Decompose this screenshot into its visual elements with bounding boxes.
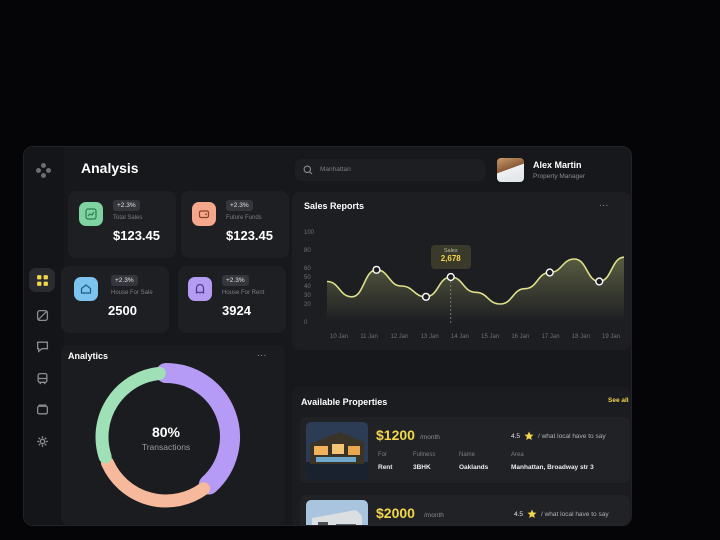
sidebar — [24, 147, 64, 525]
search-icon — [303, 165, 313, 175]
stat-badge: +2.3% — [222, 275, 249, 286]
series-area — [327, 257, 624, 322]
stat-label: House For Sale — [111, 290, 153, 296]
search-input[interactable]: Manhattan — [320, 166, 351, 173]
x-tick-label: 12 Jan — [390, 334, 408, 340]
properties-title: Available Properties — [301, 397, 388, 407]
mail-icon — [74, 277, 98, 301]
property-quote[interactable]: / what local have to say — [538, 433, 606, 440]
y-tick-label: 50 — [304, 275, 311, 281]
stat-card-future-funds[interactable]: +2.3% Future Funds $123.45 — [181, 191, 289, 258]
chart-tooltip: Sales 2,678 — [430, 245, 471, 269]
page-title: Analysis — [81, 160, 139, 176]
property-rating: 4.5 — [514, 511, 524, 518]
x-tick-label: 15 Jan — [481, 334, 499, 340]
stat-value: $123.45 — [113, 228, 160, 243]
tag-icon — [36, 309, 48, 321]
y-tick-label: 80 — [304, 248, 311, 254]
sidebar-item-wallet[interactable] — [29, 397, 55, 421]
property-image — [306, 500, 368, 525]
field-label: Name — [459, 452, 476, 458]
sidebar-item-messages[interactable] — [29, 334, 55, 358]
x-tick-label: 11 Jan — [360, 334, 378, 340]
stat-label: Total Sales — [113, 215, 143, 221]
donut-segment — [101, 456, 211, 508]
star-icon — [527, 509, 537, 518]
stat-value: 2500 — [108, 303, 137, 318]
ghost-icon — [188, 277, 212, 301]
property-card[interactable]: $2000 /month 4.5 / what local have to sa… — [300, 495, 630, 525]
data-point[interactable] — [446, 272, 455, 282]
field-value: Oaklands — [459, 464, 489, 471]
stat-label: Future Funds — [226, 215, 262, 221]
stat-label: House For Rent — [222, 290, 265, 296]
property-rating: 4.5 — [511, 433, 521, 440]
stat-value: 3924 — [222, 303, 251, 318]
sidebar-item-transport[interactable] — [29, 366, 55, 390]
star-icon — [524, 431, 534, 440]
x-tick-label: 18 Jan — [572, 334, 590, 340]
stat-card-total-sales[interactable]: +2.3% Total Sales $123.45 — [68, 191, 176, 258]
stat-badge: +2.3% — [226, 200, 253, 211]
stat-badge: +2.3% — [111, 275, 138, 286]
x-tick-label: 13 Jan — [421, 334, 439, 340]
analytics-card: Analytics ... 80% Transactions — [61, 345, 285, 525]
donut-percent: 80% — [151, 424, 181, 440]
field-label: Area — [511, 452, 524, 458]
stat-badge: +2.3% — [113, 200, 140, 211]
data-point[interactable] — [545, 268, 554, 277]
gear-icon — [36, 435, 48, 447]
stat-value: $123.45 — [226, 228, 273, 243]
property-card[interactable]: $1200 /month 4.5 / what local have to sa… — [300, 417, 630, 483]
y-tick-label: 40 — [304, 284, 311, 290]
field-value: 3BHK — [413, 464, 431, 471]
x-tick-label: 19 Jan — [602, 334, 620, 340]
donut-label: Transactions — [141, 442, 191, 452]
wallet-icon — [192, 202, 216, 226]
data-point[interactable] — [421, 292, 431, 301]
y-tick-label: 0 — [304, 320, 308, 326]
x-tick-label: 10 Jan — [330, 334, 348, 340]
search-bar[interactable]: Manhattan — [295, 159, 485, 181]
dashboard-window: Analysis +2.3% Total Sales $123.45 +2.3%… — [23, 146, 632, 526]
sidebar-item-settings[interactable] — [29, 429, 55, 453]
avatar[interactable] — [497, 158, 524, 182]
stat-card-house-for-sale[interactable]: +2.3% House For Sale 2500 — [61, 266, 169, 333]
bus-icon — [37, 372, 47, 384]
y-tick-label: 20 — [304, 302, 311, 308]
property-quote[interactable]: / what local have to say — [541, 511, 609, 518]
sales-report-card: Sales Reports ... 0 20 30 40 50 60 80 100 10 Jan… — [292, 192, 631, 350]
y-tick-label: 100 — [304, 230, 315, 236]
x-tick-label: 17 Jan — [542, 334, 560, 340]
x-tick-label: 16 Jan — [511, 334, 529, 340]
user-role: Property Manager — [533, 173, 586, 180]
y-tick-label: 60 — [304, 266, 311, 272]
chart-icon — [79, 202, 103, 226]
field-label: Fullness — [413, 452, 436, 458]
logo-icon — [36, 163, 52, 179]
available-properties-card: Available Properties See all $1200 /mont… — [292, 387, 631, 525]
tooltip-value: 2,678 — [440, 254, 461, 263]
stat-card-house-for-rent[interactable]: +2.3% House For Rent 3924 — [178, 266, 286, 333]
sidebar-item-tags[interactable] — [29, 303, 55, 327]
data-point[interactable] — [372, 265, 381, 274]
property-image — [306, 422, 368, 480]
field-value: Rent — [378, 464, 393, 471]
sidebar-item-dashboard[interactable] — [29, 268, 55, 292]
chat-icon — [36, 341, 48, 353]
grid-icon — [36, 274, 48, 286]
see-all-link[interactable]: See all — [608, 397, 629, 404]
property-price: $1200 — [376, 427, 415, 443]
property-per: /month — [424, 512, 444, 519]
sales-line-chart: 0 20 30 40 50 60 80 100 10 Jan 11 Jan 12 Jan 13 Jan… — [304, 230, 625, 340]
y-tick-label: 30 — [304, 293, 311, 299]
user-name: Alex Martin — [533, 160, 582, 170]
x-tick-label: 14 Jan — [451, 334, 469, 340]
field-value: Manhattan, Broadway str 3 — [511, 464, 594, 471]
property-per: /month — [420, 434, 440, 441]
wallet-icon — [36, 404, 48, 414]
data-point[interactable] — [595, 277, 604, 286]
property-price: $2000 — [376, 505, 415, 521]
field-label: For — [378, 452, 387, 458]
